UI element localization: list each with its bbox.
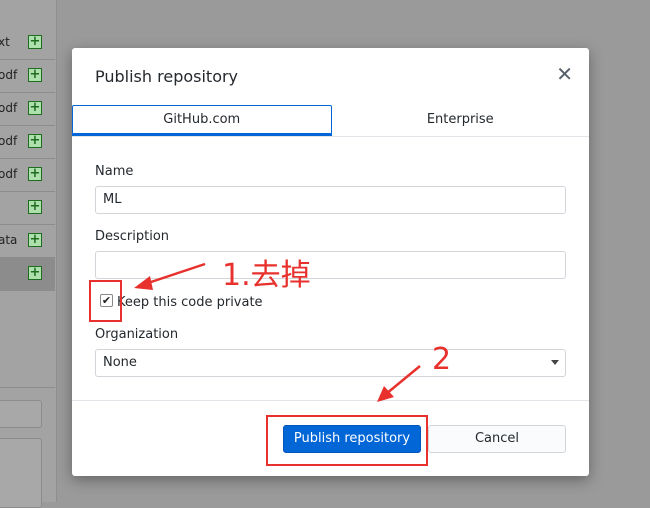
annotation-arrows [134,262,421,402]
arrow-icon [134,262,206,290]
arrow-icon [377,365,421,402]
